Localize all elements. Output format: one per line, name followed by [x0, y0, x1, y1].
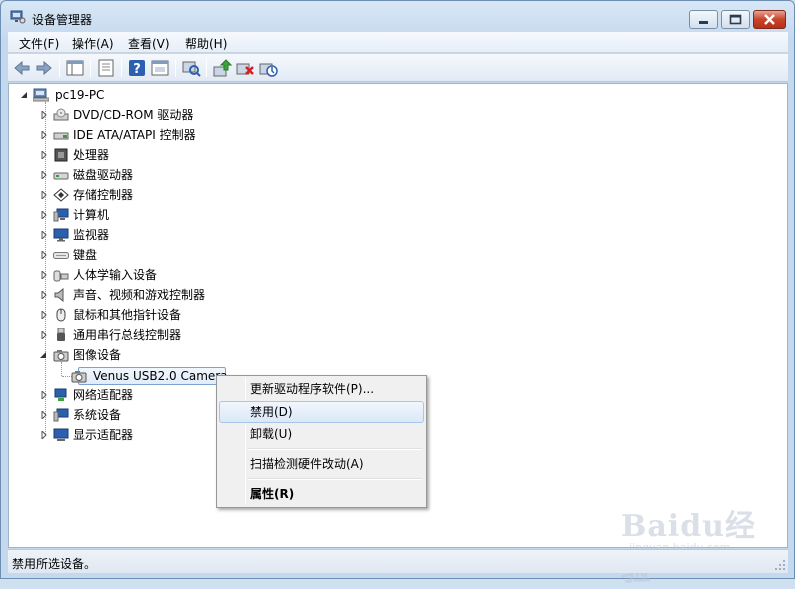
device-manager-window: 设备管理器 文件(F) 操作(A) 查看(V) 帮助(H) ? pc19-PC … — [0, 0, 795, 588]
monitor-icon — [53, 228, 69, 242]
update-driver-icon[interactable] — [212, 58, 232, 78]
toolbar: ? — [8, 54, 788, 82]
forward-icon[interactable] — [34, 58, 54, 78]
expand-arrow-icon[interactable] — [40, 171, 48, 179]
expand-arrow-icon[interactable] — [40, 251, 48, 259]
title-bar[interactable]: 设备管理器 — [1, 1, 794, 32]
expand-arrow-icon[interactable] — [40, 271, 48, 279]
keyboard-icon — [53, 252, 69, 259]
computer-root-icon — [33, 88, 49, 102]
ctx-uninstall[interactable]: 卸载(U) — [219, 423, 424, 445]
maximize-button[interactable] — [721, 10, 750, 29]
display-adapter-icon — [53, 428, 69, 441]
expand-arrow-icon[interactable] — [40, 111, 48, 119]
expand-arrow-icon[interactable] — [40, 411, 48, 419]
expand-arrow-icon[interactable] — [40, 131, 48, 139]
ctx-update-driver[interactable]: 更新驱动程序软件(P)... — [219, 378, 424, 400]
sound-icon — [54, 288, 64, 302]
tree-root-label: pc19-PC — [55, 88, 105, 102]
close-icon — [764, 14, 775, 25]
expand-arrow-icon[interactable] — [40, 291, 48, 299]
status-text: 禁用所选设备。 — [12, 557, 97, 571]
usb-icon — [57, 328, 65, 341]
dvd-drive-icon — [53, 108, 69, 121]
menu-file[interactable]: 文件(F) — [19, 35, 59, 52]
show-hide-tree-icon[interactable] — [65, 58, 85, 78]
resize-grip-icon[interactable] — [774, 559, 786, 571]
collapse-arrow-icon[interactable] — [40, 351, 48, 359]
expand-arrow-icon[interactable] — [40, 331, 48, 339]
expand-arrow-icon[interactable] — [40, 431, 48, 439]
menu-bar: 文件(F) 操作(A) 查看(V) 帮助(H) — [8, 32, 788, 53]
mouse-icon — [56, 308, 66, 322]
camera-icon — [71, 371, 87, 383]
minimize-icon — [699, 21, 708, 24]
expand-arrow-icon[interactable] — [40, 391, 48, 399]
disable-icon[interactable] — [258, 58, 278, 78]
ctx-properties[interactable]: 属性(R) — [219, 483, 424, 505]
collapse-arrow-icon[interactable] — [21, 91, 29, 99]
expand-arrow-icon[interactable] — [40, 151, 48, 159]
ctx-disable[interactable]: 禁用(D) — [219, 401, 424, 423]
disk-drive-icon — [53, 172, 69, 180]
storage-controller-icon — [53, 188, 69, 202]
close-button[interactable] — [753, 10, 786, 29]
expand-arrow-icon[interactable] — [40, 311, 48, 319]
device-manager-icon — [10, 10, 26, 24]
back-icon[interactable] — [12, 58, 32, 78]
properties-icon[interactable] — [96, 58, 116, 78]
ctx-separator — [248, 478, 422, 480]
hid-icon — [53, 270, 69, 282]
minimize-button[interactable] — [689, 10, 718, 29]
maximize-icon — [729, 14, 742, 25]
ctx-separator — [248, 448, 422, 450]
expand-arrow-icon[interactable] — [40, 191, 48, 199]
processor-icon — [54, 148, 68, 162]
network-adapter-icon — [54, 388, 67, 401]
imaging-device-icon — [53, 350, 69, 362]
menu-action[interactable]: 操作(A) — [72, 35, 114, 52]
context-menu: 更新驱动程序软件(P)... 禁用(D) 卸载(U) 扫描检测硬件改动(A) 属… — [216, 375, 427, 508]
computer-icon — [53, 208, 69, 222]
svg-text:?: ? — [133, 62, 141, 77]
ctx-scan-hardware[interactable]: 扫描检测硬件改动(A) — [219, 453, 424, 475]
menu-help[interactable]: 帮助(H) — [185, 35, 227, 52]
scan-hardware-icon[interactable] — [181, 58, 201, 78]
expand-arrow-icon[interactable] — [40, 211, 48, 219]
window-title: 设备管理器 — [32, 13, 93, 27]
system-device-icon — [53, 408, 69, 422]
help-icon[interactable]: ? — [127, 58, 147, 78]
menu-view[interactable]: 查看(V) — [128, 35, 170, 52]
ide-controller-icon — [53, 132, 69, 140]
status-bar: 禁用所选设备。 — [8, 549, 788, 573]
uninstall-icon[interactable] — [235, 58, 255, 78]
show-hidden-icon[interactable] — [150, 58, 170, 78]
expand-arrow-icon[interactable] — [40, 231, 48, 239]
